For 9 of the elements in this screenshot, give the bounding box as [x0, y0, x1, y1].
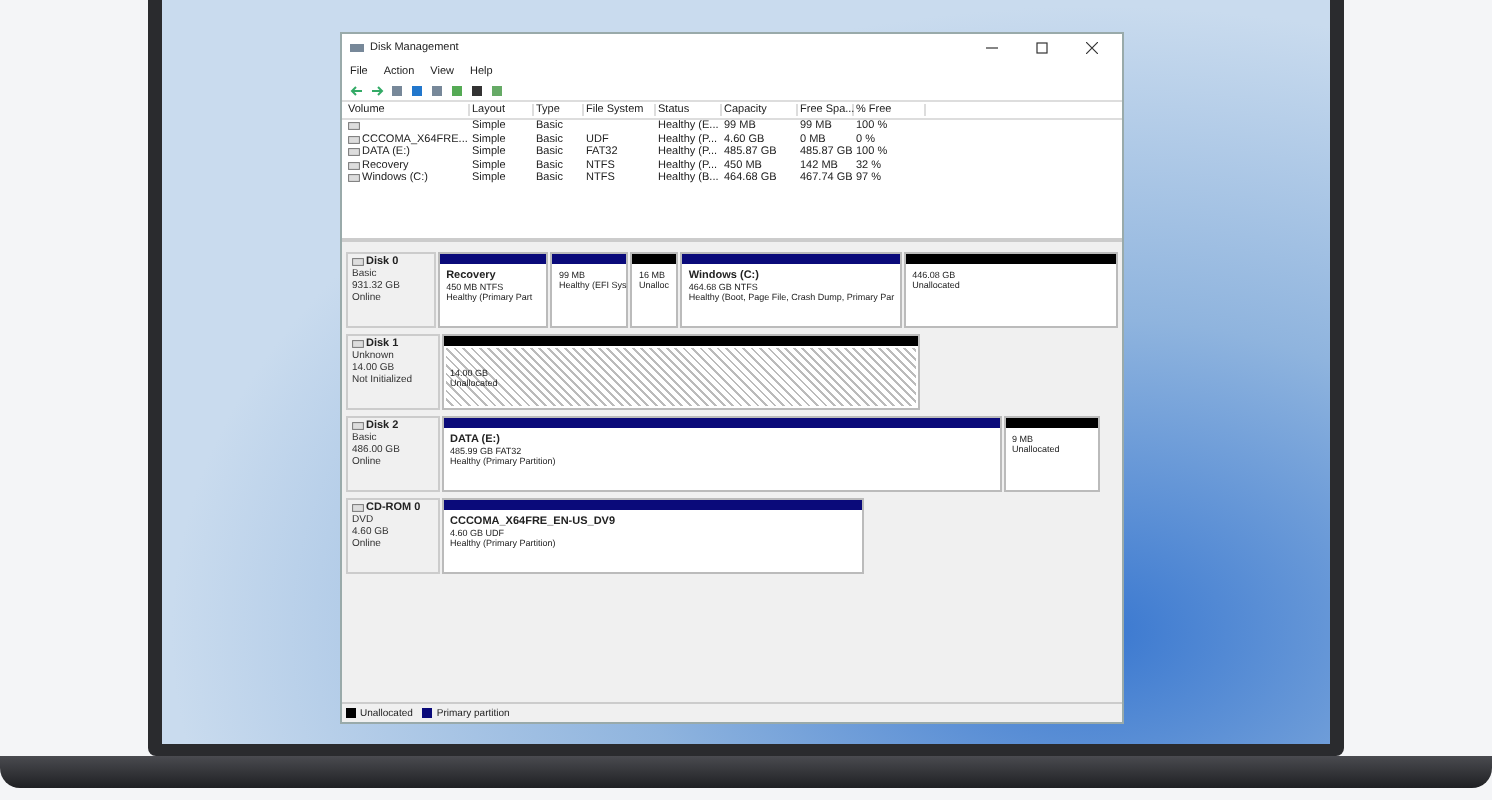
arrow-icon[interactable] [370, 83, 384, 97]
drive-icon [352, 504, 364, 512]
maximize-icon [1036, 42, 1048, 54]
drive-icon [352, 258, 364, 266]
arrow-icon[interactable] [350, 83, 364, 97]
drive-icon [352, 340, 364, 348]
close-icon [1086, 42, 1098, 54]
drive-icon [352, 422, 364, 430]
minimize-icon [986, 42, 998, 54]
